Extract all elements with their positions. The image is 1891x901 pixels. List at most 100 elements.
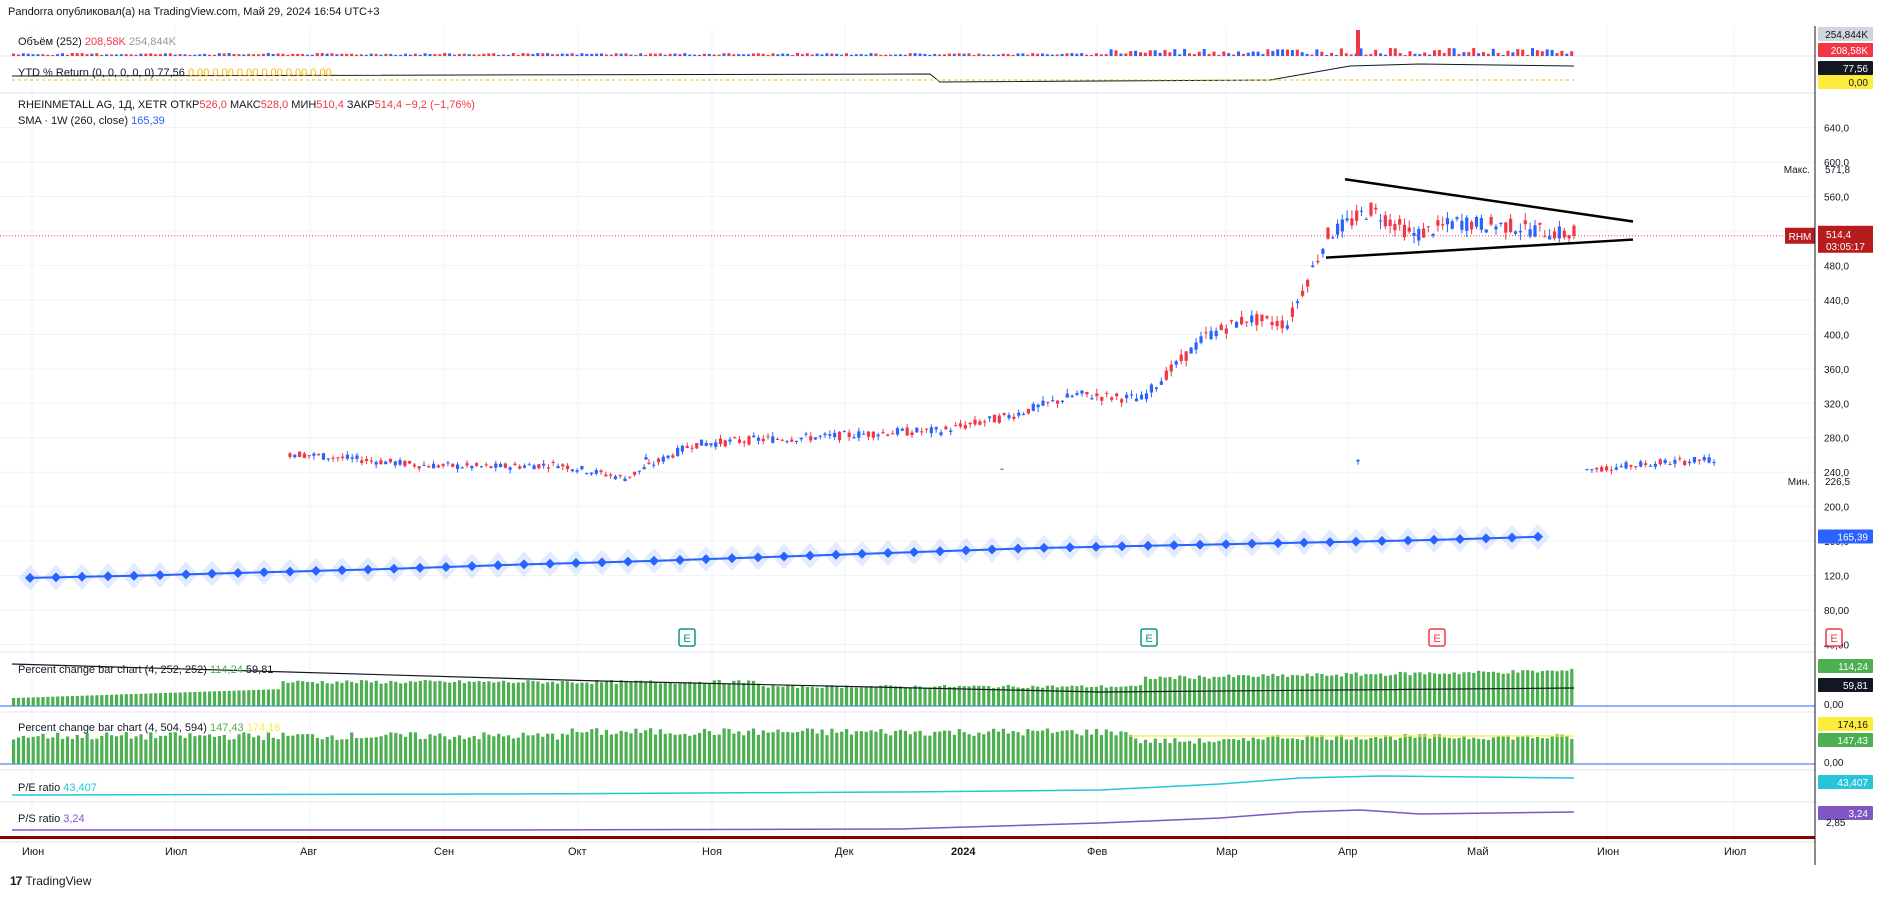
volume-bar xyxy=(1261,54,1265,56)
volume-bar xyxy=(1521,49,1525,56)
pct1-bar xyxy=(810,686,814,706)
pct1-bar xyxy=(565,681,569,706)
volume-bar xyxy=(737,54,741,56)
volume-bar xyxy=(315,53,319,56)
pct1-bar xyxy=(609,680,613,706)
pct2-bar xyxy=(100,736,104,764)
candle-body xyxy=(470,465,474,469)
pct2-bar xyxy=(1001,728,1005,764)
volume-bar xyxy=(938,54,942,56)
candle-body xyxy=(465,463,469,466)
volume-bar xyxy=(1178,54,1182,56)
volume-bar xyxy=(649,53,652,56)
pct2-bar xyxy=(1241,738,1246,764)
pct2-bar xyxy=(830,728,834,764)
volume-bar xyxy=(1344,53,1348,56)
candle-body xyxy=(427,466,431,468)
volume-bar xyxy=(840,54,844,56)
volume-bar xyxy=(1339,48,1343,56)
pct1-bar xyxy=(345,680,349,706)
chart-area[interactable]: 640,0600,0560,0520,0480,0440,0400,0360,0… xyxy=(0,0,1891,901)
volume-bar xyxy=(996,54,1000,56)
candle-body xyxy=(1012,416,1016,419)
volume-bar xyxy=(590,53,594,56)
y-tick-label: 280,0 xyxy=(1824,434,1849,445)
pct2-bar xyxy=(894,730,898,764)
candle-body xyxy=(1055,400,1060,404)
candle-body xyxy=(1270,321,1274,326)
volume-bar xyxy=(732,54,736,56)
pct2-bar xyxy=(1075,733,1079,764)
pct2-bar xyxy=(1251,737,1255,764)
volume-bar xyxy=(350,53,354,56)
candle-body xyxy=(1095,393,1099,397)
candle-body xyxy=(1538,222,1542,225)
candle-body xyxy=(1600,467,1604,472)
pct2-bar xyxy=(1486,739,1491,764)
pct1-bar xyxy=(423,680,427,706)
pct1-bar xyxy=(80,695,84,706)
candle-body xyxy=(1070,395,1074,398)
x-tick-label: Июн xyxy=(22,846,44,858)
x-tick-label: Июл xyxy=(165,846,187,858)
pct1-bar xyxy=(1065,686,1069,706)
volume-bar xyxy=(776,54,780,56)
pct1-bar xyxy=(653,681,658,706)
volume-bar xyxy=(404,53,407,56)
chart-svg[interactable]: 640,0600,0560,0520,0480,0440,0400,0360,0… xyxy=(0,0,1891,901)
pct2-bar xyxy=(580,732,584,764)
pct1-bar xyxy=(335,681,339,706)
volume-bar xyxy=(923,53,927,56)
volume-bar xyxy=(1222,51,1226,56)
pct1-bar xyxy=(252,689,256,706)
pct2-bar xyxy=(1065,730,1069,764)
volume-bar xyxy=(65,54,69,56)
pct2-bar xyxy=(247,733,251,764)
volume-bar xyxy=(698,54,701,56)
pct2-bar xyxy=(1227,738,1231,764)
pct2-bar xyxy=(742,735,746,764)
pct1-bar xyxy=(105,694,109,706)
pct1-bar xyxy=(1031,685,1035,706)
volume-bar xyxy=(1550,49,1554,56)
pct2-bar xyxy=(257,735,261,764)
pct2-bar xyxy=(1148,742,1152,764)
volume-bar xyxy=(653,53,657,56)
candle-body xyxy=(1265,316,1269,319)
pct2-bar xyxy=(85,733,89,764)
pct2-bar xyxy=(404,736,408,764)
volume-bar xyxy=(1428,54,1432,56)
volume-bar xyxy=(51,54,55,56)
volume-bar xyxy=(874,53,878,56)
max-value: 571,8 xyxy=(1825,165,1850,176)
pct2-bar xyxy=(859,731,863,764)
candle-body xyxy=(374,462,378,465)
pct1-bar xyxy=(399,683,403,706)
pct2-bar xyxy=(80,738,84,764)
candle-body xyxy=(369,460,373,462)
pct2-bar xyxy=(629,733,633,764)
candle-body xyxy=(666,455,670,458)
candle-body xyxy=(818,435,822,437)
volume-bar xyxy=(487,53,491,56)
candle-body xyxy=(1707,457,1711,463)
volume-bar xyxy=(1555,53,1559,56)
pct2-bar xyxy=(355,738,359,764)
volume-bar xyxy=(781,53,785,56)
candle-body xyxy=(355,455,359,459)
pct2-bar xyxy=(1374,737,1378,764)
candle-body xyxy=(992,414,997,423)
volume-bar xyxy=(516,54,520,56)
volume-bar xyxy=(433,54,437,56)
candle-body xyxy=(647,462,651,464)
pct1-bar xyxy=(389,680,393,706)
candle-body xyxy=(709,443,713,446)
candle-body xyxy=(1374,207,1378,210)
candle-body xyxy=(842,431,846,433)
pct1-bar xyxy=(585,682,589,706)
volume-bar xyxy=(1026,54,1030,56)
volume-bar xyxy=(276,53,280,56)
candle-body xyxy=(441,464,445,466)
volume-bar xyxy=(702,53,706,56)
volume-bar xyxy=(595,53,599,56)
